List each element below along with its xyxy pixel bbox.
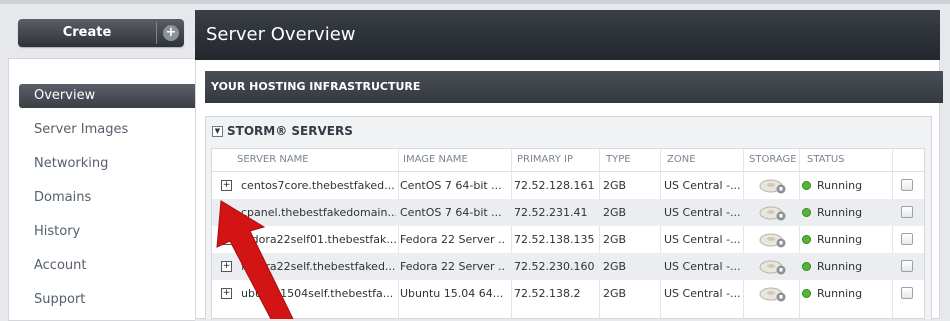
server-name[interactable]: cpanel.thebestfakedomain... <box>241 206 396 219</box>
table-header: SERVER NAME IMAGE NAME PRIMARY IP TYPE Z… <box>212 149 924 172</box>
sidebar-item-history[interactable]: History <box>19 220 195 244</box>
image-name: Ubuntu 15.04 64... <box>400 287 504 300</box>
sidebar-item-networking[interactable]: Networking <box>19 152 195 176</box>
status-text: Running <box>817 287 863 300</box>
storage-disk-icon <box>759 287 786 302</box>
column-header-status[interactable]: STATUS <box>807 154 845 165</box>
row-select-checkbox[interactable] <box>901 287 913 299</box>
row-select-checkbox[interactable] <box>901 179 913 191</box>
column-header-image-name[interactable]: IMAGE NAME <box>403 154 468 165</box>
sidebar-item-account[interactable]: Account <box>19 254 195 278</box>
table-row[interactable]: + centos7core.thebestfaked... CentOS 7 6… <box>212 172 924 199</box>
primary-ip: 72.52.138.2 <box>514 287 581 300</box>
column-header-storage[interactable]: STORAGE <box>749 154 797 165</box>
row-select-checkbox[interactable] <box>901 233 913 245</box>
infrastructure-bar: YOUR HOSTING INFRASTRUCTURE <box>205 71 943 103</box>
primary-ip: 72.52.128.161 <box>514 179 595 192</box>
storage-disk-icon <box>759 179 786 194</box>
plus-icon[interactable]: + <box>163 25 179 41</box>
status-text: Running <box>817 233 863 246</box>
column-header-primary-ip[interactable]: PRIMARY IP <box>517 154 573 165</box>
server-zone: US Central -... <box>664 260 741 273</box>
server-zone: US Central -... <box>664 233 741 246</box>
infrastructure-heading: YOUR HOSTING INFRASTRUCTURE <box>211 80 421 93</box>
status-text: Running <box>817 206 863 219</box>
page-title: Server Overview <box>206 24 356 45</box>
table-row[interactable]: + fedora22self.thebestfaked... Fedora 22… <box>212 253 924 280</box>
column-header-type[interactable]: TYPE <box>606 154 631 165</box>
server-zone: US Central -... <box>664 179 741 192</box>
server-name[interactable]: fedora22self01.thebestfak... <box>241 233 396 246</box>
image-name: CentOS 7 64-bit ... <box>400 206 502 219</box>
status-text: Running <box>817 179 863 192</box>
status-running-icon <box>802 208 811 217</box>
server-type: 2GB <box>603 287 627 300</box>
primary-ip: 72.52.230.160 <box>514 260 595 273</box>
top-strip <box>0 0 950 4</box>
status-running-icon <box>802 289 811 298</box>
title-bar: Server Overview <box>195 10 940 60</box>
storage-disk-icon <box>759 206 786 221</box>
status-running-icon <box>802 181 811 190</box>
server-name[interactable]: centos7core.thebestfaked... <box>241 179 396 192</box>
create-button-divider <box>156 22 157 44</box>
image-name: CentOS 7 64-bit ... <box>400 179 502 192</box>
expand-icon[interactable]: + <box>221 180 232 191</box>
sidebar-nav: Overview Server Images Networking Domain… <box>8 58 195 321</box>
servers-table: SERVER NAME IMAGE NAME PRIMARY IP TYPE Z… <box>211 148 925 319</box>
server-type: 2GB <box>603 179 627 192</box>
sidebar-item-domains[interactable]: Domains <box>19 186 195 210</box>
server-type: 2GB <box>603 233 627 246</box>
table-row[interactable]: + cpanel.thebestfakedomain... CentOS 7 6… <box>212 199 924 226</box>
row-select-checkbox[interactable] <box>901 260 913 272</box>
storage-disk-icon <box>759 260 786 275</box>
table-row[interactable]: + ubuntu1504self.thebestfa... Ubuntu 15.… <box>212 280 924 307</box>
collapse-toggle-icon[interactable]: ▼ <box>212 126 223 137</box>
expand-icon[interactable]: + <box>221 207 232 218</box>
sidebar-item-support[interactable]: Support <box>19 288 195 312</box>
image-name: Fedora 22 Server ... <box>400 260 506 273</box>
expand-icon[interactable]: + <box>221 288 232 299</box>
server-zone: US Central -... <box>664 287 741 300</box>
status-running-icon <box>802 262 811 271</box>
status-running-icon <box>802 235 811 244</box>
primary-ip: 72.52.138.135 <box>514 233 595 246</box>
server-name[interactable]: ubuntu1504self.thebestfa... <box>241 287 396 300</box>
expand-icon[interactable]: + <box>221 261 232 272</box>
sidebar-item-overview[interactable]: Overview <box>19 84 195 108</box>
server-zone: US Central -... <box>664 206 741 219</box>
column-header-server-name[interactable]: SERVER NAME <box>237 154 309 165</box>
sidebar-item-server-images[interactable]: Server Images <box>19 118 195 142</box>
image-name: Fedora 22 Server ... <box>400 233 506 246</box>
storage-disk-icon <box>759 233 786 248</box>
server-type: 2GB <box>603 260 627 273</box>
create-button-label: Create <box>62 25 112 40</box>
expand-icon[interactable]: + <box>221 234 232 245</box>
server-name[interactable]: fedora22self.thebestfaked... <box>241 260 396 273</box>
create-button[interactable]: Create + <box>18 19 184 47</box>
section-title: STORM® SERVERS <box>227 124 353 138</box>
table-row[interactable]: + fedora22self01.thebestfak... Fedora 22… <box>212 226 924 253</box>
primary-ip: 72.52.231.41 <box>514 206 588 219</box>
server-type: 2GB <box>603 206 627 219</box>
column-header-zone[interactable]: ZONE <box>667 154 696 165</box>
status-text: Running <box>817 260 863 273</box>
row-select-checkbox[interactable] <box>901 206 913 218</box>
